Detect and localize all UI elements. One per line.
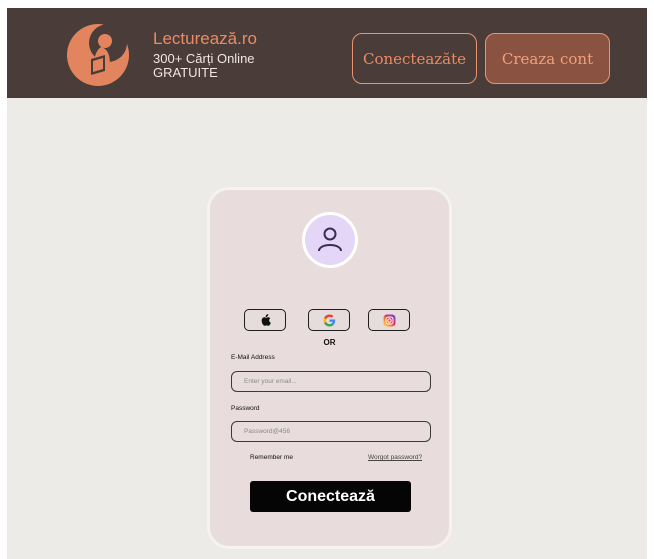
password-field[interactable]: Password@456 [231,421,431,442]
brand-name[interactable]: Lecturează.ro [153,29,257,49]
user-icon [318,227,342,252]
google-icon [323,314,335,326]
forgot-password-link[interactable]: Worgot password? [368,454,422,461]
register-button[interactable]: Creaza cont [485,33,610,84]
page-frame: Lecturează.ro 300+ Cărți Online GRATUITE… [7,8,647,559]
submit-login-button[interactable]: Conectează [250,481,411,512]
email-label: E-Mail Address [231,354,275,361]
instagram-icon [383,314,395,326]
avatar [302,212,358,268]
email-field[interactable]: Enter your email... [231,371,431,392]
login-card: OR E-Mail Address Enter your email... Pa… [207,187,452,549]
brand-tagline: 300+ Cărți Online GRATUITE [153,51,255,80]
apple-icon [261,314,271,326]
site-header: Lecturează.ro 300+ Cărți Online GRATUITE… [7,8,647,98]
google-login-button[interactable] [308,309,350,331]
login-button[interactable]: Conecteazăte [352,33,477,84]
remember-me-option[interactable]: Remember me [250,454,293,461]
apple-login-button[interactable] [244,309,286,331]
password-label: Password [231,405,260,412]
reader-logo-icon[interactable] [65,19,131,91]
or-separator: OR [323,338,336,347]
instagram-login-button[interactable] [368,309,410,331]
